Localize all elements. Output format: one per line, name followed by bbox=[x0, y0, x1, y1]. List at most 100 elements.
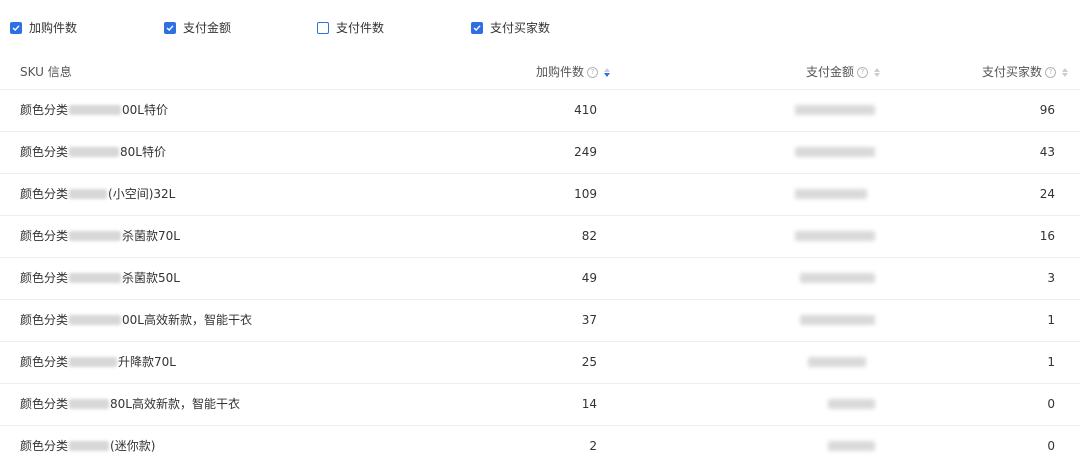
cart-count: 49 bbox=[581, 271, 597, 285]
buyer-count: 1 bbox=[1047, 313, 1055, 327]
checkbox-pay-items[interactable] bbox=[317, 22, 329, 34]
check-icon bbox=[473, 25, 481, 31]
filter-label: 支付金额 bbox=[183, 21, 232, 35]
check-icon bbox=[12, 25, 20, 31]
sku-cell: 颜色分类 杀菌款70L bbox=[20, 228, 180, 244]
redacted-amount bbox=[828, 399, 875, 409]
help-icon[interactable]: ? bbox=[1045, 66, 1056, 78]
sku-cell: 颜色分类 (小空间)32L bbox=[20, 186, 175, 202]
column-header-amount[interactable]: 支付金额 ? bbox=[806, 64, 880, 80]
table-row[interactable]: 颜色分类 杀菌款70L 82 16 bbox=[0, 216, 1080, 258]
table-row[interactable]: 颜色分类 00L高效新款，智能干衣 37 1 bbox=[0, 300, 1080, 342]
sku-cell: 颜色分类 升降款70L bbox=[20, 354, 176, 370]
redacted-amount bbox=[808, 357, 866, 367]
sort-desc-icon bbox=[874, 72, 880, 77]
sku-suffix: 80L高效新款，智能干衣 bbox=[110, 397, 240, 411]
sort-desc-icon bbox=[604, 72, 610, 77]
redacted-amount bbox=[795, 189, 867, 199]
cart-count: 25 bbox=[581, 355, 597, 369]
buyer-count: 16 bbox=[1039, 229, 1055, 243]
sort-icon[interactable] bbox=[874, 67, 880, 77]
column-header-buyers[interactable]: 支付买家数 ? bbox=[982, 64, 1068, 80]
help-icon[interactable]: ? bbox=[857, 66, 868, 78]
sku-cell: 颜色分类 80L特价 bbox=[20, 144, 166, 160]
sku-suffix: 杀菌款70L bbox=[122, 229, 180, 243]
help-icon[interactable]: ? bbox=[587, 66, 598, 78]
sku-cell: 颜色分类 80L高效新款，智能干衣 bbox=[20, 396, 240, 412]
redacted-text bbox=[69, 399, 110, 409]
table-row[interactable]: 颜色分类 升降款70L 25 1 bbox=[0, 342, 1080, 384]
sku-cell: 颜色分类 00L高效新款，智能干衣 bbox=[20, 312, 252, 328]
redacted-text bbox=[69, 357, 118, 367]
sort-asc-icon bbox=[604, 67, 610, 72]
redacted-amount bbox=[795, 147, 875, 157]
sku-prefix: 颜色分类 bbox=[20, 103, 69, 117]
sort-icon[interactable] bbox=[604, 67, 610, 77]
table-row[interactable]: 颜色分类 80L特价 249 43 bbox=[0, 132, 1080, 174]
redacted-amount bbox=[795, 105, 875, 115]
sku-prefix: 颜色分类 bbox=[20, 229, 69, 243]
sort-asc-icon bbox=[874, 67, 880, 72]
column-header-cart[interactable]: 加购件数 ? bbox=[536, 64, 610, 80]
redacted-text bbox=[69, 315, 122, 325]
sku-suffix: 80L特价 bbox=[120, 145, 166, 159]
column-header-label: 支付金额 bbox=[805, 65, 854, 79]
table-row[interactable]: 颜色分类 00L特价 410 96 bbox=[0, 90, 1080, 132]
buyer-count: 24 bbox=[1039, 187, 1055, 201]
checkbox-add-to-cart[interactable] bbox=[10, 22, 22, 34]
sku-cell: 颜色分类 00L特价 bbox=[20, 102, 168, 118]
cart-count: 249 bbox=[574, 145, 597, 159]
sku-cell: 颜色分类 (迷你款) bbox=[20, 438, 155, 454]
redacted-text bbox=[69, 147, 120, 157]
buyer-count: 0 bbox=[1047, 439, 1055, 453]
table-row[interactable]: 颜色分类 80L高效新款，智能干衣 14 0 bbox=[0, 384, 1080, 426]
sku-prefix: 颜色分类 bbox=[20, 439, 69, 453]
buyer-count: 3 bbox=[1047, 271, 1055, 285]
filter-pay-amount[interactable]: 支付金额 bbox=[164, 20, 231, 36]
sku-prefix: 颜色分类 bbox=[20, 187, 69, 201]
filter-add-to-cart[interactable]: 加购件数 bbox=[10, 20, 77, 36]
check-icon bbox=[166, 25, 174, 31]
filter-label: 支付件数 bbox=[336, 21, 385, 35]
table-header: SKU 信息 加购件数 ? 支付金额 ? 支付买家数 ? bbox=[0, 56, 1080, 90]
column-header-sku: SKU 信息 bbox=[20, 64, 72, 80]
sku-suffix: 杀菌款50L bbox=[122, 271, 180, 285]
redacted-amount bbox=[795, 231, 875, 241]
sort-asc-icon bbox=[1062, 67, 1068, 72]
redacted-text bbox=[69, 441, 110, 451]
cart-count: 14 bbox=[581, 397, 597, 411]
sku-suffix: 升降款70L bbox=[118, 355, 176, 369]
redacted-amount bbox=[800, 273, 875, 283]
sku-prefix: 颜色分类 bbox=[20, 313, 69, 327]
sku-prefix: 颜色分类 bbox=[20, 397, 69, 411]
buyer-count: 1 bbox=[1047, 355, 1055, 369]
cart-count: 2 bbox=[589, 439, 597, 453]
table-body: 颜色分类 00L特价 410 96 颜色分类 80L特价 249 43 颜色分类… bbox=[0, 90, 1080, 467]
sku-cell: 颜色分类 杀菌款50L bbox=[20, 270, 180, 286]
table-row[interactable]: 颜色分类 杀菌款50L 49 3 bbox=[0, 258, 1080, 300]
sku-suffix: (小空间)32L bbox=[108, 187, 176, 201]
table-row[interactable]: 颜色分类 (小空间)32L 109 24 bbox=[0, 174, 1080, 216]
filter-pay-items[interactable]: 支付件数 bbox=[317, 20, 384, 36]
buyer-count: 0 bbox=[1047, 397, 1055, 411]
filter-label: 支付买家数 bbox=[490, 21, 551, 35]
sku-suffix: (迷你款) bbox=[110, 439, 156, 453]
metric-filter-bar: 加购件数 支付金额 支付件数 支付买家数 bbox=[0, 0, 1080, 56]
cart-count: 37 bbox=[581, 313, 597, 327]
sort-icon[interactable] bbox=[1062, 67, 1068, 77]
sku-suffix: 00L高效新款，智能干衣 bbox=[122, 313, 252, 327]
redacted-amount bbox=[800, 315, 875, 325]
buyer-count: 96 bbox=[1039, 103, 1055, 117]
sku-prefix: 颜色分类 bbox=[20, 271, 69, 285]
column-header-label: 支付买家数 bbox=[981, 65, 1042, 79]
table-row[interactable]: 颜色分类 (迷你款) 2 0 bbox=[0, 426, 1080, 467]
cart-count: 82 bbox=[581, 229, 597, 243]
checkbox-pay-buyers[interactable] bbox=[471, 22, 483, 34]
buyer-count: 43 bbox=[1039, 145, 1055, 159]
cart-count: 109 bbox=[574, 187, 597, 201]
sku-prefix: 颜色分类 bbox=[20, 145, 69, 159]
filter-pay-buyers[interactable]: 支付买家数 bbox=[471, 20, 550, 36]
checkbox-pay-amount[interactable] bbox=[164, 22, 176, 34]
redacted-text bbox=[69, 105, 122, 115]
sku-prefix: 颜色分类 bbox=[20, 355, 69, 369]
